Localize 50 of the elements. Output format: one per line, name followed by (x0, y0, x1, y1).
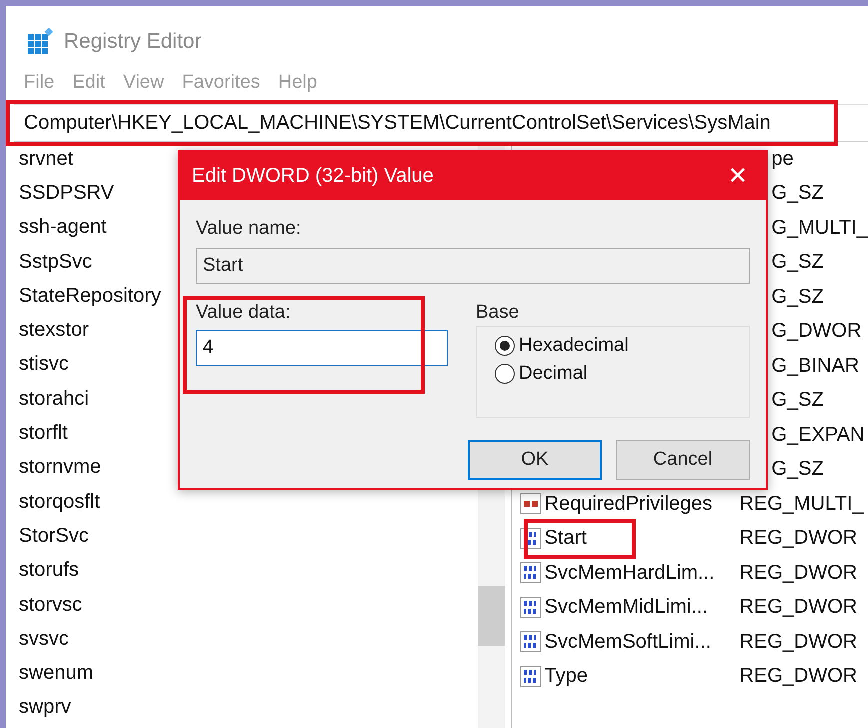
tree-item[interactable]: storvsc (19, 588, 478, 622)
value-name[interactable]: RequiredPrivileges (544, 492, 713, 516)
close-button[interactable]: ✕ (724, 162, 752, 190)
value-type: REG_DWOR (740, 562, 858, 585)
dialog-button[interactable]: Cancel (616, 440, 750, 480)
tree-item[interactable]: swenum (19, 656, 478, 691)
radio-button[interactable] (495, 364, 515, 384)
value-data-field[interactable]: 4 (196, 330, 448, 366)
value-type: REG_DWOR (740, 665, 858, 688)
value-name[interactable]: SvcMemSoftLimi... (544, 630, 712, 654)
value-name[interactable]: Type (544, 665, 588, 688)
radio-label[interactable]: Hexadecimal (519, 335, 629, 357)
string-value-icon (520, 493, 542, 516)
tree-item[interactable]: swprv (19, 690, 478, 726)
value-type: REG_DWOR (740, 527, 858, 550)
value-type: REG_DWOR (740, 596, 858, 620)
binary-value-icon (520, 631, 542, 654)
group-label: Base (476, 302, 520, 324)
field-label: Value data: (196, 302, 292, 324)
tree-item[interactable]: StorSvc (19, 519, 478, 554)
radio-label[interactable]: Decimal (519, 363, 588, 385)
radio-button[interactable] (495, 336, 515, 356)
value-type: G_DWOR (772, 320, 862, 344)
field-label: Value name: (196, 218, 302, 240)
value-name-field[interactable]: Start (196, 248, 750, 284)
dialog-title: Edit DWORD (32-bit) Value (192, 164, 434, 188)
tree-item[interactable]: svsvc (19, 622, 478, 656)
value-name[interactable]: Start (544, 527, 587, 550)
value-type: REG_MULTI_ (740, 492, 864, 516)
value-type: G_SZ (772, 389, 824, 412)
scrollbar-thumb[interactable] (478, 586, 505, 646)
column-header[interactable]: pe (772, 148, 794, 171)
value-name[interactable]: SvcMemMidLimi... (544, 596, 708, 620)
binary-value-icon (520, 562, 542, 584)
value-name[interactable]: SvcMemHardLim... (544, 562, 715, 585)
dialog-button[interactable]: OK (468, 440, 602, 480)
value-type: G_BINAR (772, 354, 860, 378)
binary-value-icon (520, 596, 542, 619)
value-type: G_EXPAN (772, 424, 865, 447)
value-type: G_SZ (772, 182, 824, 206)
window-title: Registry Editor (64, 30, 202, 54)
binary-value-icon (520, 666, 542, 688)
value-type: REG_DWOR (740, 630, 858, 654)
address-bar[interactable]: Computer\HKEY_LOCAL_MACHINE\SYSTEM\CurrentControlSet\Services\SysMain (14, 104, 868, 142)
registry-icon (26, 28, 54, 56)
tree-item[interactable]: storufs (19, 554, 478, 588)
value-type: G_SZ (772, 458, 824, 482)
value-type: G_SZ (772, 251, 824, 274)
value-type: G_MULTI_ (772, 216, 868, 240)
value-type: G_SZ (772, 286, 824, 309)
